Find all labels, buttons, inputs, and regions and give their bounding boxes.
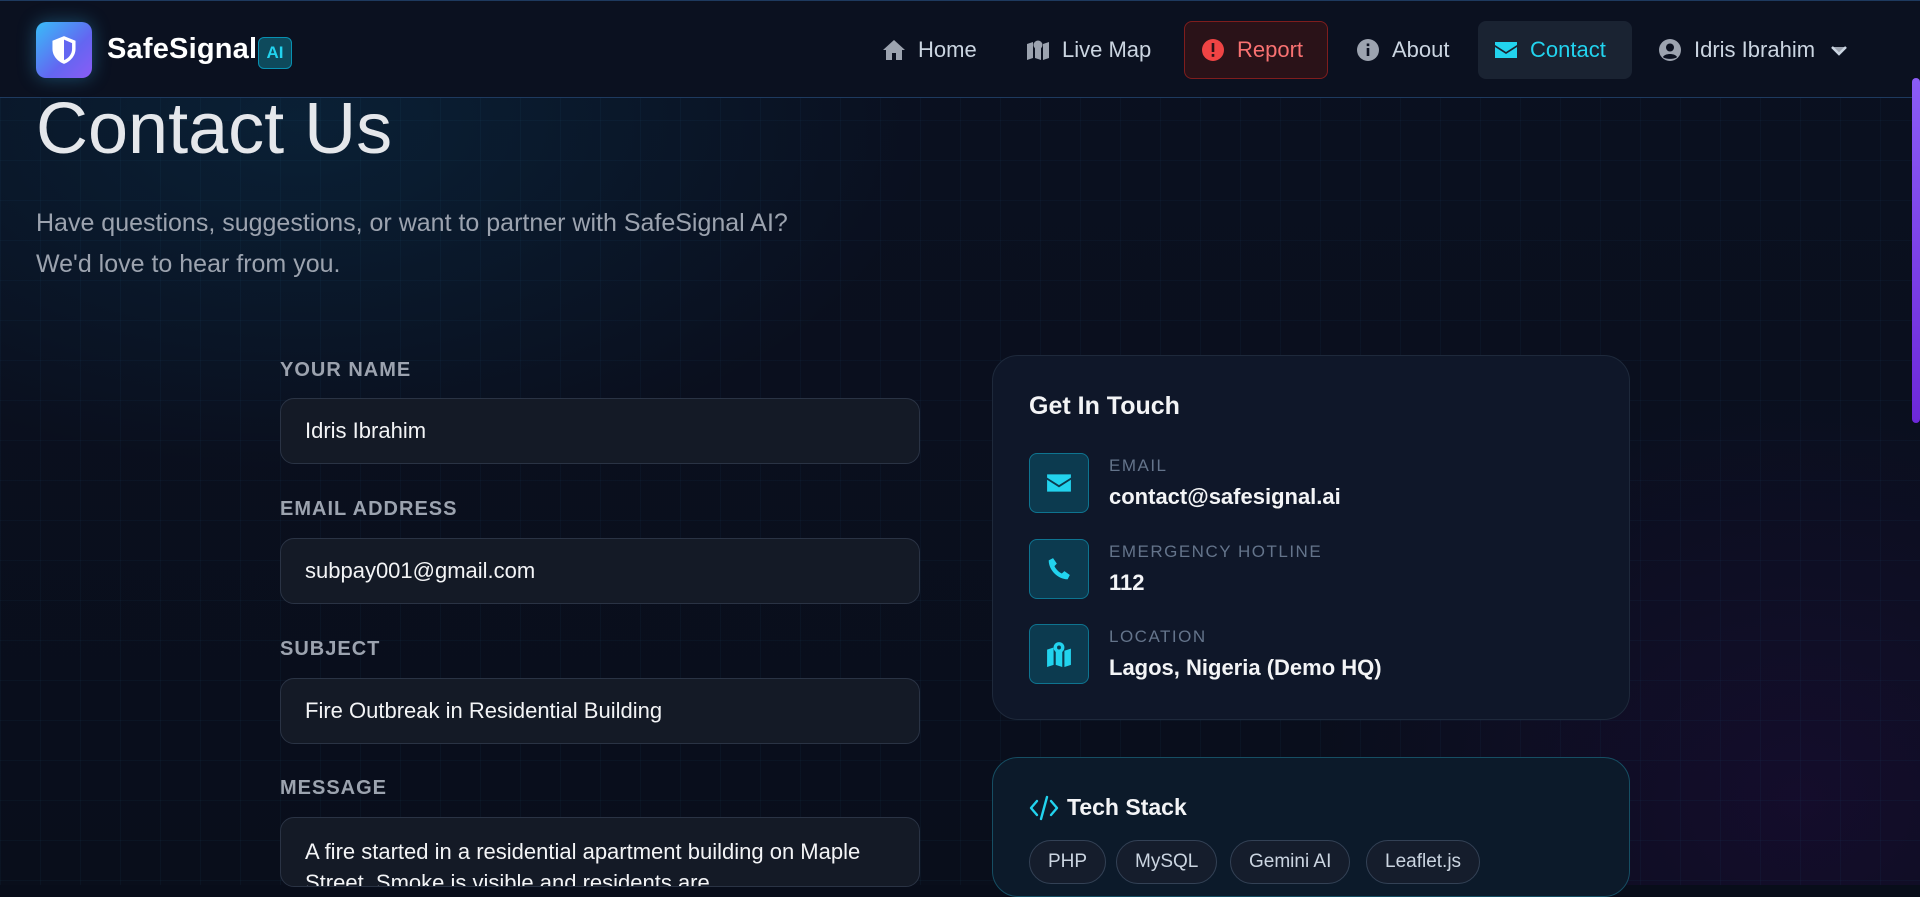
envelope-icon [1495, 42, 1517, 58]
chevron-down-icon [1831, 46, 1847, 56]
brand-name[interactable]: SafeSignal [107, 33, 257, 66]
nav-home-label: Home [918, 37, 977, 62]
info-circle-icon [1357, 39, 1379, 61]
page-subtitle: Have questions, suggestions, or want to … [36, 203, 936, 285]
tech-stack-card: Tech Stack PHP MySQL Gemini AI Leaflet.j… [992, 757, 1630, 897]
tech-stack-title-label: Tech Stack [1067, 794, 1187, 820]
shield-icon [52, 36, 76, 64]
nav-report[interactable]: Report [1184, 21, 1328, 79]
brand-logo[interactable] [36, 22, 92, 78]
location-icon-box [1029, 624, 1089, 684]
nav-about[interactable]: About [1340, 21, 1466, 79]
nav-about-label: About [1392, 37, 1450, 62]
user-circle-icon [1659, 39, 1681, 61]
subtitle-line-2: We'd love to hear from you. [36, 250, 341, 278]
top-navbar: SafeSignal AI Home Live Map Report About… [0, 0, 1920, 98]
email-input[interactable]: subpay001@gmail.com [280, 538, 920, 604]
nav-contact[interactable]: Contact [1478, 21, 1632, 79]
tech-chip: Gemini AI [1230, 840, 1351, 884]
tech-chip: PHP [1029, 840, 1107, 884]
phone-icon-box [1029, 539, 1089, 599]
nav-live-map[interactable]: Live Map [1010, 21, 1167, 79]
message-label: MESSAGE [280, 777, 388, 799]
subtitle-line-1: Have questions, suggestions, or want to … [36, 209, 788, 237]
nav-live-map-label: Live Map [1062, 37, 1152, 62]
email-label: EMAIL ADDRESS [280, 498, 458, 520]
hotline-info-label: EMERGENCY HOTLINE [1109, 542, 1323, 561]
hotline-info-value[interactable]: 112 [1109, 570, 1145, 596]
phone-icon [1048, 558, 1070, 580]
nav-home[interactable]: Home [866, 21, 993, 79]
map-location-icon [1047, 642, 1071, 667]
subject-label: SUBJECT [280, 638, 381, 660]
email-icon-box [1029, 453, 1089, 513]
tech-chip: MySQL [1116, 840, 1218, 884]
message-textarea[interactable]: A fire started in a residential apartmen… [280, 817, 920, 887]
get-in-touch-card: Get In Touch EMAIL contact@safesignal.ai… [992, 355, 1630, 720]
user-name: Idris Ibrahim [1694, 37, 1816, 62]
tech-stack-title: Tech Stack [1029, 794, 1187, 821]
email-info-value[interactable]: contact@safesignal.ai [1109, 484, 1341, 510]
name-input[interactable]: Idris Ibrahim [280, 398, 920, 464]
brand-ai-badge: AI [258, 37, 292, 69]
exclamation-circle-icon [1202, 39, 1224, 61]
envelope-icon [1047, 474, 1071, 492]
subject-input[interactable]: Fire Outbreak in Residential Building [280, 678, 920, 744]
get-in-touch-title: Get In Touch [1029, 392, 1180, 420]
location-info-value: Lagos, Nigeria (Demo HQ) [1109, 655, 1382, 680]
nav-report-label: Report [1237, 37, 1304, 62]
location-info-label: LOCATION [1109, 627, 1207, 646]
name-label: YOUR NAME [280, 359, 412, 381]
home-icon [883, 40, 905, 60]
code-icon [1029, 795, 1059, 820]
page-scrollbar[interactable] [1912, 78, 1920, 423]
map-location-icon [1027, 40, 1049, 60]
user-menu[interactable]: Idris Ibrahim [1642, 21, 1867, 79]
nav-contact-label: Contact [1530, 37, 1606, 62]
email-info-label: EMAIL [1109, 456, 1168, 475]
tech-chip: Leaflet.js [1366, 840, 1481, 884]
